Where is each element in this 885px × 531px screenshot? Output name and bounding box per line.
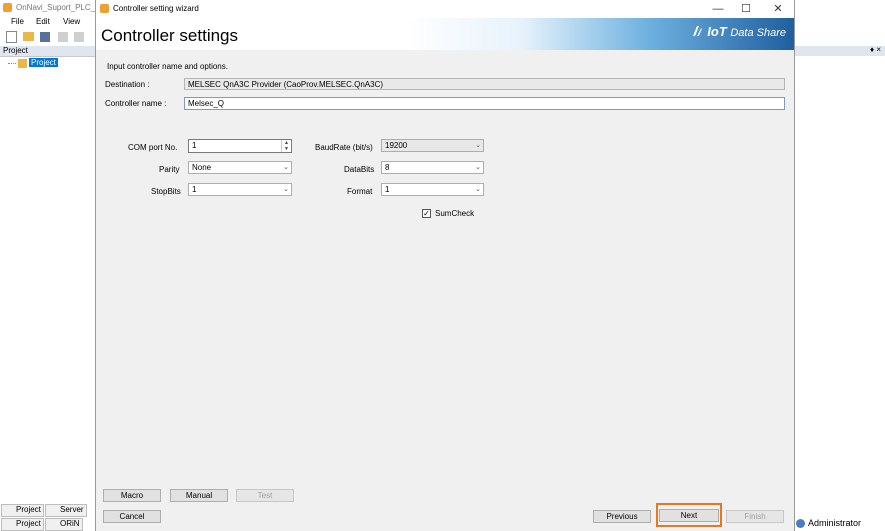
controller-name-label: Controller name : xyxy=(105,99,167,108)
parity-value: None xyxy=(192,163,212,172)
brand-name: IoT xyxy=(707,24,727,39)
dialog-title-bar: Controller setting wizard — ☐ ✕ xyxy=(96,0,794,18)
macro-button[interactable]: Macro xyxy=(103,489,161,502)
menu-file[interactable]: File xyxy=(11,17,24,26)
stepper-arrows-icon[interactable]: ▲ ▼ xyxy=(281,140,291,152)
close-icon[interactable]: ✕ xyxy=(768,2,788,16)
menu-view[interactable]: View xyxy=(63,17,80,26)
format-label: Format xyxy=(347,187,373,196)
copy-icon[interactable] xyxy=(58,32,68,42)
test-button[interactable]: Test xyxy=(236,489,294,502)
tab-server[interactable]: Server xyxy=(45,504,87,517)
baudrate-value: 19200 xyxy=(385,141,408,150)
background-app-title: OnNavi_Suport_PLC_N xyxy=(16,3,101,12)
chevron-down-icon: ⌄ xyxy=(283,186,289,193)
status-user: Administrator xyxy=(796,517,885,531)
user-icon xyxy=(796,519,805,528)
cancel-button[interactable]: Cancel xyxy=(103,510,161,523)
parity-label: Parity xyxy=(159,165,180,174)
open-folder-icon[interactable] xyxy=(23,32,34,41)
com-port-value: 1 xyxy=(192,141,197,150)
dialog-header: Controller settings IoT Data Share xyxy=(96,18,794,50)
destination-field: MELSEC QnA3C Provider (CaoProv.MELSEC.Qn… xyxy=(184,78,785,90)
format-value: 1 xyxy=(385,185,390,194)
user-name: Administrator xyxy=(808,518,862,528)
chevron-down-icon: ⌄ xyxy=(475,142,481,149)
tree-connector xyxy=(8,63,16,64)
stopbits-label: StopBits xyxy=(151,187,181,196)
sumcheck-checkbox[interactable]: ✓ xyxy=(422,209,431,218)
wizard-logo-icon xyxy=(100,4,109,13)
minimize-icon[interactable]: — xyxy=(708,2,728,16)
brand-swoosh-icon xyxy=(693,26,703,36)
sumcheck-label: SumCheck xyxy=(435,209,475,218)
controller-name-input[interactable]: Melsec_Q xyxy=(184,97,785,110)
brand-subtitle: Data Share xyxy=(730,27,786,39)
com-port-stepper[interactable]: 1 ▲ ▼ xyxy=(188,139,292,153)
baudrate-label: BaudRate (bit/s) xyxy=(315,143,373,152)
right-panel-header: ♦ × xyxy=(793,45,885,56)
tab-orin[interactable]: ORiN xyxy=(45,518,83,531)
parity-select[interactable]: None ⌄ xyxy=(188,161,292,174)
chevron-down-icon: ⌄ xyxy=(475,186,481,193)
brand-logo: IoT Data Share xyxy=(693,24,786,39)
databits-select[interactable]: 8 ⌄ xyxy=(381,161,484,174)
paste-icon[interactable] xyxy=(74,32,84,42)
maximize-icon[interactable]: ☐ xyxy=(736,2,756,16)
instruction-text: Input controller name and options. xyxy=(107,62,228,71)
app-logo-icon xyxy=(3,3,12,12)
panel-pin-close-icon[interactable]: ♦ × xyxy=(870,45,881,54)
finish-button[interactable]: Finish xyxy=(726,510,784,523)
project-panel-header: Project xyxy=(0,46,100,57)
com-port-label: COM port No. xyxy=(128,143,178,152)
next-button-highlight xyxy=(656,503,722,527)
tab-project[interactable]: Project xyxy=(1,504,44,517)
toolbar xyxy=(0,29,100,45)
manual-button[interactable]: Manual xyxy=(170,489,228,502)
chevron-down-icon: ⌄ xyxy=(283,164,289,171)
page-title: Controller settings xyxy=(101,26,239,45)
stopbits-value: 1 xyxy=(192,185,197,194)
controller-setting-wizard-dialog: Controller setting wizard — ☐ ✕ Controll… xyxy=(95,0,795,531)
destination-label: Destination : xyxy=(105,80,150,89)
chevron-down-icon: ⌄ xyxy=(475,164,481,171)
bottom-tabs: Project Server Project ORiN xyxy=(0,503,100,531)
databits-value: 8 xyxy=(385,163,390,172)
project-tree: Project xyxy=(0,57,100,497)
format-select[interactable]: 1 ⌄ xyxy=(381,183,484,196)
databits-label: DataBits xyxy=(344,165,375,174)
project-panel-title: Project xyxy=(3,46,28,55)
menu-bar: File Edit View xyxy=(0,16,100,28)
brand-banner: IoT Data Share xyxy=(406,18,794,50)
tab-project-2[interactable]: Project xyxy=(1,518,44,531)
tree-item-project[interactable]: Project xyxy=(29,58,58,67)
previous-button[interactable]: Previous xyxy=(593,510,651,523)
dialog-title: Controller setting wizard xyxy=(113,4,199,13)
save-icon[interactable] xyxy=(40,32,50,42)
baudrate-select[interactable]: 19200 ⌄ xyxy=(381,139,484,152)
project-folder-icon xyxy=(18,59,27,68)
new-file-icon[interactable] xyxy=(6,31,17,43)
stopbits-select[interactable]: 1 ⌄ xyxy=(188,183,292,196)
menu-edit[interactable]: Edit xyxy=(36,17,50,26)
